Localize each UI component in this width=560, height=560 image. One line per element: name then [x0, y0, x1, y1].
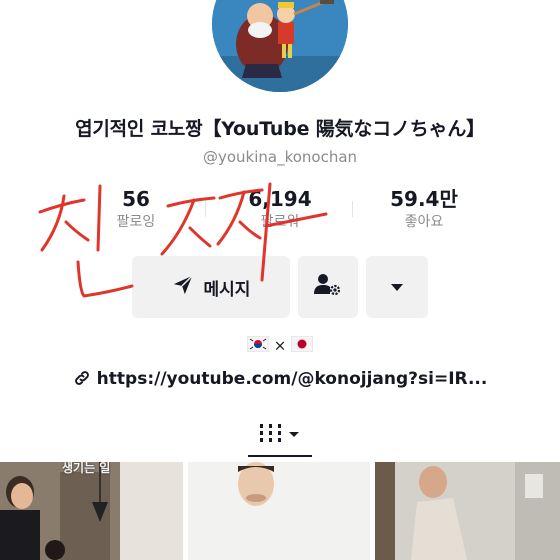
profile-bio: × [0, 335, 560, 356]
bio-separator: × [273, 336, 287, 355]
profile-link-url: https://youtube.com/@konojjang?si=IR... [96, 369, 488, 389]
message-button[interactable]: 메시지 [132, 256, 290, 318]
profile-avatar[interactable] [212, 0, 348, 92]
stat-likes: 59.4만 좋아요 [376, 186, 472, 232]
message-button-label: 메시지 [203, 279, 251, 300]
video-caption: 생기는 일 [62, 462, 111, 475]
video-thumbnail[interactable]: 생기는 일 [0, 462, 183, 560]
followers-label: 팔로워 [260, 214, 300, 230]
tab-videos[interactable] [250, 420, 310, 450]
caret-down-icon [390, 278, 404, 297]
add-friend-button[interactable] [298, 256, 358, 318]
likes-label: 좋아요 [404, 214, 444, 230]
stat-divider [352, 201, 353, 217]
video-thumbnail[interactable] [188, 462, 370, 560]
send-icon [172, 274, 194, 300]
stat-following[interactable]: 56 팔로잉 [96, 186, 176, 232]
japan-flag-icon [290, 335, 314, 356]
likes-count: 59.4만 [390, 187, 458, 211]
followers-count: 6,194 [248, 187, 312, 211]
more-options-button[interactable] [366, 256, 428, 318]
profile-link[interactable]: https://youtube.com/@konojjang?si=IR... [0, 369, 560, 392]
profile-display-name: 엽기적인 코노짱【YouTube 陽気なコノちゃん】 [75, 118, 485, 140]
following-label: 팔로잉 [116, 214, 156, 230]
korea-flag-icon [246, 335, 270, 356]
grid-icon [250, 424, 310, 454]
tab-active-indicator [248, 455, 312, 457]
profile-handle: @youkina_konochan [202, 148, 358, 166]
stat-followers[interactable]: 6,194 팔로워 [232, 186, 328, 232]
stat-divider [205, 201, 206, 217]
link-icon [73, 369, 91, 392]
video-thumbnail[interactable] [375, 462, 560, 560]
user-gear-icon [314, 273, 342, 301]
following-count: 56 [122, 187, 150, 211]
